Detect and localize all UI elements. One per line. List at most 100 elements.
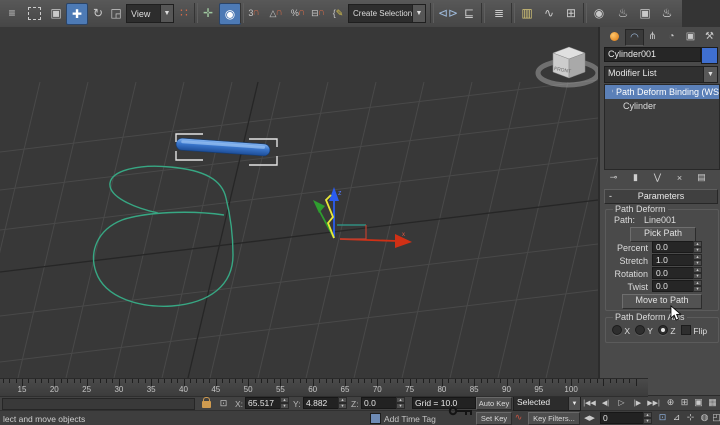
named-selection-set-dropdown[interactable]: Create Selection Se ▼ xyxy=(348,4,426,23)
manage-layers-icon[interactable]: ≣ xyxy=(489,3,509,23)
previous-frame-icon[interactable]: ◀| xyxy=(598,396,613,409)
object-name-field[interactable]: Cylinder001 xyxy=(604,47,701,62)
add-time-tag-label[interactable]: Add Time Tag xyxy=(384,414,436,424)
percent-field[interactable]: 0.0 xyxy=(652,241,698,253)
spinner-snap-icon[interactable]: ⊟∩ xyxy=(308,3,328,23)
zoom-extents-icon[interactable]: ▣ xyxy=(692,396,705,409)
new-key-filter-icon[interactable]: ∿ xyxy=(512,411,525,424)
x-spinner[interactable]: ▴▾ xyxy=(280,397,289,409)
modifier-stack-row-path-deform[interactable]: Path Deform Binding (WS xyxy=(605,85,719,99)
modifier-list-dropdown[interactable]: Modifier List ▼ xyxy=(604,66,718,83)
move-to-path-button[interactable]: Move to Path xyxy=(622,294,702,309)
rotation-field[interactable]: 0.0 xyxy=(652,267,698,279)
curve-editor-icon[interactable]: ∿ xyxy=(539,3,559,23)
flip-checkbox[interactable]: Flip xyxy=(681,325,707,336)
timeline-ruler[interactable]: 1520253035404550556065707580859095100 xyxy=(0,378,648,397)
next-frame-icon[interactable]: |▶ xyxy=(630,396,645,409)
render-production-icon[interactable]: ♨ xyxy=(657,3,677,23)
show-end-result-icon[interactable]: ▮ xyxy=(626,171,645,184)
reference-coordinate-dropdown[interactable]: View ▼ xyxy=(126,4,174,23)
set-keys-icon[interactable] xyxy=(448,403,474,419)
key-mode-toggle-icon[interactable]: ◀▶ xyxy=(582,411,597,424)
select-and-move-icon[interactable]: ✚ xyxy=(66,3,88,25)
align-icon[interactable]: ⊑ xyxy=(459,3,479,23)
spinner-down-icon[interactable]: ▾ xyxy=(643,418,652,424)
track-bar[interactable] xyxy=(2,398,195,410)
configure-modifier-sets-icon[interactable]: ▤ xyxy=(692,171,711,184)
go-to-end-icon[interactable]: ▶▶| xyxy=(646,396,661,409)
edit-named-selection-sets-icon[interactable]: {✎ xyxy=(328,3,348,23)
selection-lock-icon[interactable] xyxy=(202,401,211,408)
scene-explorer-icon[interactable]: ▥ xyxy=(517,3,537,23)
tab-create[interactable] xyxy=(606,29,623,44)
parameters-rollout-header[interactable]: - Parameters xyxy=(604,189,718,204)
z-coordinate-field[interactable]: 0.0 xyxy=(361,397,399,409)
go-to-start-icon[interactable]: |◀◀ xyxy=(582,396,597,409)
twist-field[interactable]: 0.0 xyxy=(652,280,698,292)
auto-key-button[interactable]: Auto Key xyxy=(476,397,512,410)
y-spinner[interactable]: ▴▾ xyxy=(338,397,347,409)
remove-modifier-icon[interactable]: × xyxy=(670,171,689,184)
keyboard-override-icon[interactable]: ◉ xyxy=(219,3,241,25)
spinner-down-icon[interactable]: ▾ xyxy=(280,403,289,409)
make-unique-icon[interactable]: ⋁ xyxy=(648,171,667,184)
select-and-scale-icon[interactable]: ◲ xyxy=(106,3,126,23)
spinner-down-icon[interactable]: ▾ xyxy=(693,247,702,253)
field-of-view-icon[interactable]: ⊿ xyxy=(670,411,683,424)
select-and-rotate-icon[interactable]: ↻ xyxy=(88,3,108,23)
spinner-down-icon[interactable]: ▾ xyxy=(693,260,702,266)
axis-radio-Y[interactable]: Y xyxy=(635,325,653,336)
modifier-stack-row-cylinder[interactable]: Cylinder xyxy=(605,99,719,113)
rotation-spinner[interactable]: ▴▾ xyxy=(693,267,702,279)
tab-hierarchy[interactable]: ⋔ xyxy=(644,29,661,44)
percent-snap-icon[interactable]: %∩ xyxy=(288,3,308,23)
tab-motion[interactable]: ◔ xyxy=(663,29,680,44)
tab-utilities[interactable]: ⚒ xyxy=(701,29,718,44)
x-coordinate-field[interactable]: 65.517 xyxy=(245,397,283,409)
viewport-display-icon[interactable]: ⊡ xyxy=(656,411,669,424)
maximize-viewport-icon[interactable]: ◰ xyxy=(710,411,720,424)
spinner-down-icon[interactable]: ▾ xyxy=(693,286,702,292)
pin-stack-icon[interactable]: ⊸ xyxy=(604,171,623,184)
stretch-field[interactable]: 1.0 xyxy=(652,254,698,266)
spline-line001[interactable] xyxy=(94,166,233,306)
axis-radio-Z[interactable]: Z xyxy=(658,325,676,336)
play-icon[interactable]: ▷ xyxy=(614,396,629,409)
frame-spinner[interactable]: ▴▾ xyxy=(643,412,652,424)
use-pivot-center-icon[interactable]: ∷ xyxy=(174,3,194,23)
set-key-button[interactable]: Set Key xyxy=(476,412,512,425)
mirror-icon[interactable]: ⊲⊳ xyxy=(438,3,458,23)
select-by-name-icon[interactable]: ≡ xyxy=(2,3,22,23)
snaps-toggle-icon[interactable]: 3∩ xyxy=(244,3,264,23)
spinner-down-icon[interactable]: ▾ xyxy=(396,403,405,409)
material-editor-icon[interactable]: ◉ xyxy=(589,3,609,23)
lightbulb-icon[interactable] xyxy=(611,87,613,98)
object-cylinder001[interactable] xyxy=(176,138,271,157)
window-crossing-icon[interactable]: ▣ xyxy=(46,3,66,23)
key-filters-button[interactable]: Key Filters... xyxy=(528,412,580,425)
zoom-all-icon[interactable]: ⊞ xyxy=(678,396,691,409)
axis-radio-X[interactable]: X xyxy=(612,325,630,336)
selection-set-filter-dropdown[interactable]: Selected ▼ xyxy=(513,396,581,411)
current-frame-field[interactable]: 0 xyxy=(600,412,646,424)
viewcube[interactable]: FRONT xyxy=(538,47,598,85)
time-tag-icon[interactable] xyxy=(370,413,381,424)
y-coordinate-field[interactable]: 4.882 xyxy=(303,397,341,409)
stretch-spinner[interactable]: ▴▾ xyxy=(693,254,702,266)
percent-spinner[interactable]: ▴▾ xyxy=(693,241,702,253)
select-and-manipulate-icon[interactable]: ✛ xyxy=(198,3,218,23)
pick-path-button[interactable]: Pick Path xyxy=(630,227,696,242)
tab-modify[interactable]: ◠ xyxy=(625,29,644,46)
z-spinner[interactable]: ▴▾ xyxy=(396,397,405,409)
collapse-icon[interactable]: - xyxy=(609,190,612,202)
angle-snap-icon[interactable]: △∩ xyxy=(266,3,286,23)
zoom-icon[interactable]: ⊕ xyxy=(664,396,677,409)
spinner-down-icon[interactable]: ▾ xyxy=(693,273,702,279)
spinner-down-icon[interactable]: ▾ xyxy=(338,403,347,409)
object-color-swatch[interactable] xyxy=(701,47,718,64)
tab-display[interactable]: ▣ xyxy=(682,29,699,44)
rectangular-selection-icon[interactable] xyxy=(24,3,44,23)
schematic-view-icon[interactable]: ⊞ xyxy=(561,3,581,23)
pan-hand-icon[interactable]: ⊹ xyxy=(684,411,697,424)
twist-spinner[interactable]: ▴▾ xyxy=(693,280,702,292)
